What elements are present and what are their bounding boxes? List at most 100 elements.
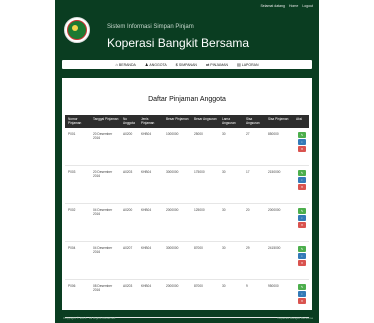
- delete-button[interactable]: ✕: [298, 184, 306, 190]
- edit-button[interactable]: ✎: [298, 208, 306, 214]
- nav-item-pinjaman[interactable]: ⇄ PINJAMAN: [205, 61, 228, 67]
- brand-subtitle: Sistem Informasi Simpan Pinjam: [107, 24, 194, 30]
- loans-table: Nomor Pinjaman Tanggal Pinjaman No Anggo…: [65, 115, 309, 318]
- edit-button[interactable]: ✎: [298, 132, 306, 138]
- logo-hub: [72, 25, 78, 31]
- table-cell: 125000: [194, 208, 205, 212]
- delete-button[interactable]: ✕: [298, 298, 306, 304]
- nav-item-simpanan[interactable]: $ SIMPANAN: [175, 61, 197, 67]
- table-cell: P003: [68, 170, 76, 174]
- cooperative-logo: [64, 17, 90, 43]
- table-row: P003 20 Desember 2016 A0203 KHB04 3000000 175…: [65, 166, 309, 204]
- edit-button[interactable]: ✎: [298, 170, 306, 176]
- nav-item-laporan[interactable]: ▤ LAPORAN: [237, 61, 259, 67]
- table-cell: 950000: [268, 284, 279, 288]
- welcome-text: Selamat datang: [260, 4, 285, 8]
- table-cell: 3000000: [166, 246, 179, 250]
- table-cell: P001: [68, 132, 76, 136]
- brand-title: Koperasi Bangkit Bersama: [107, 36, 250, 50]
- row-actions: ✎ i ✕: [293, 242, 309, 279]
- nav-label: SIMPANAN: [178, 62, 197, 67]
- table-cell: 2000000: [166, 284, 179, 288]
- top-links: Selamat datang Home Logout: [257, 4, 313, 8]
- delete-button[interactable]: ✕: [298, 222, 306, 228]
- table-cell: P006: [68, 284, 76, 288]
- user-icon: ♟: [144, 61, 149, 67]
- table-cell: 9: [246, 284, 248, 288]
- view-button[interactable]: i: [298, 139, 306, 145]
- home-link[interactable]: Home: [289, 4, 298, 8]
- table-cell: 2415000: [268, 246, 281, 250]
- table-cell: 1000000: [166, 132, 179, 136]
- column-header[interactable]: Nomor Pinjaman: [65, 115, 90, 128]
- footer-brand: Koperasi Bangkit Bersama: [277, 316, 313, 320]
- home-icon: ⌂: [115, 61, 118, 67]
- table-cell: 30: [222, 132, 226, 136]
- table-row: P002 04 Desember 2016 A0200 KHB04 2000000 125…: [65, 204, 309, 242]
- nav-label: ANGGOTA: [149, 62, 167, 67]
- nav-item-beranda[interactable]: ⌂ BERANDA: [115, 61, 136, 67]
- table-cell: KHB04: [141, 132, 152, 136]
- column-header[interactable]: Lama Angsuran: [219, 115, 243, 128]
- page-frame: Selamat datang Home Logout Sistem Inform…: [55, 0, 319, 323]
- table-body: P001 20 Desember 2016 A0200 KHB04 1000000 250…: [65, 128, 309, 318]
- table-cell: 27: [246, 132, 250, 136]
- column-header[interactable]: Besar Pinjaman: [163, 115, 191, 128]
- column-header[interactable]: Sisa Pinjaman: [265, 115, 293, 128]
- content-panel: Daftar Pinjaman Anggota Nomor Pinjaman T…: [62, 78, 312, 318]
- table-cell: 17: [246, 170, 250, 174]
- table-cell: 2000000: [268, 208, 281, 212]
- column-header: Aksi: [296, 117, 303, 121]
- table-header: Nomor Pinjaman Tanggal Pinjaman No Anggo…: [65, 115, 309, 128]
- table-cell: KHB04: [141, 284, 152, 288]
- transfer-icon: ⇄: [205, 61, 210, 67]
- table-cell: 30: [222, 284, 226, 288]
- nav-label: LAPORAN: [241, 62, 259, 67]
- table-cell: 20: [246, 208, 250, 212]
- dollar-icon: $: [175, 61, 178, 67]
- column-header[interactable]: Besar Angsuran: [191, 115, 219, 128]
- page-title: Daftar Pinjaman Anggota: [148, 96, 226, 103]
- row-actions: ✎ i ✕: [293, 204, 309, 241]
- view-button[interactable]: i: [298, 215, 306, 221]
- edit-button[interactable]: ✎: [298, 246, 306, 252]
- table-cell: 29: [246, 246, 250, 250]
- view-button[interactable]: i: [298, 291, 306, 297]
- list-icon: ▤: [237, 61, 241, 67]
- nav-label: PINJAMAN: [210, 62, 228, 67]
- table-cell: A0203: [123, 170, 133, 174]
- table-cell: 30: [222, 246, 226, 250]
- view-button[interactable]: i: [298, 177, 306, 183]
- table-cell: KHB04: [141, 208, 152, 212]
- row-actions: ✎ i ✕: [293, 280, 309, 317]
- table-cell: A0200: [123, 132, 133, 136]
- column-header[interactable]: No Anggota: [120, 115, 138, 128]
- row-actions: ✎ i ✕: [293, 166, 309, 203]
- logout-link[interactable]: Logout: [302, 4, 313, 8]
- table-cell: 04 Desember 2016: [93, 246, 113, 254]
- table-cell: 25000: [194, 132, 203, 136]
- table-cell: 3000000: [166, 170, 179, 174]
- footer-copyright: Copyright © 2016 · All Rights Reserved: [63, 316, 116, 320]
- table-cell: 04 Desember 2016: [93, 208, 113, 216]
- nav-label: BERANDA: [118, 62, 136, 67]
- nav-item-anggota[interactable]: ♟ ANGGOTA: [144, 61, 167, 67]
- column-header[interactable]: Sisa Angsuran: [243, 115, 265, 128]
- table-cell: 20 Desember 2016: [93, 170, 113, 178]
- delete-button[interactable]: ✕: [298, 146, 306, 152]
- edit-button[interactable]: ✎: [298, 284, 306, 290]
- table-row: P006 08 Desember 2016 A0203 KHB04 2000000 870…: [65, 280, 309, 318]
- main-navbar: ⌂ BERANDA ♟ ANGGOTA $ SIMPANAN ⇄ PINJAMA…: [62, 60, 312, 69]
- table-cell: 87000: [194, 246, 203, 250]
- table-cell: 175000: [194, 170, 205, 174]
- table-cell: 87000: [194, 284, 203, 288]
- table-cell: 850000: [268, 132, 279, 136]
- table-cell: 2000000: [166, 208, 179, 212]
- table-cell: P004: [68, 246, 76, 250]
- table-cell: 30: [222, 170, 226, 174]
- delete-button[interactable]: ✕: [298, 260, 306, 266]
- table-row: P004 04 Desember 2016 A0207 KHB04 3000000 870…: [65, 242, 309, 280]
- view-button[interactable]: i: [298, 253, 306, 259]
- column-header[interactable]: Jenis Pinjaman: [138, 115, 163, 128]
- column-header[interactable]: Tanggal Pinjaman: [90, 115, 120, 128]
